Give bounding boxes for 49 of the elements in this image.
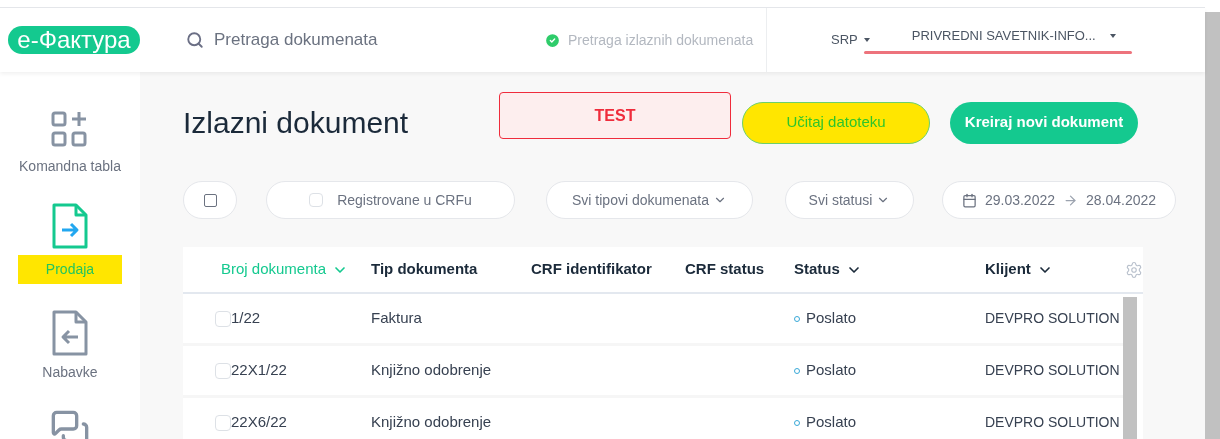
- sidebar-item[interactable]: [50, 409, 90, 439]
- search-field[interactable]: Pretraga dokumenata: [214, 27, 514, 53]
- sidebar-label: Komandna tabla: [19, 157, 121, 176]
- select-all-pill[interactable]: [183, 181, 237, 219]
- sidebar-item[interactable]: Komandna tabla: [19, 110, 121, 177]
- language-select[interactable]: SRP: [831, 30, 870, 50]
- document-arrow-left-icon: [52, 310, 88, 356]
- document-arrow-right-icon: [52, 203, 88, 249]
- status-dropdown[interactable]: Svi statusi: [785, 181, 914, 219]
- sidebar-label: Nabavke: [42, 363, 98, 382]
- column-header[interactable]: CRF status: [685, 258, 765, 281]
- settings-icon[interactable]: [1125, 260, 1143, 279]
- scrollbar[interactable]: [1205, 12, 1220, 439]
- checkbox[interactable]: [203, 193, 217, 207]
- date-from: 29.03.2022: [984, 190, 1055, 210]
- document-type-dropdown[interactable]: Svi tipovi dokumenata: [546, 181, 753, 219]
- date-range-field[interactable]: 29.03.2022 28.04.2022: [942, 181, 1176, 219]
- grid-plus-icon: [50, 110, 90, 150]
- sidebar-item[interactable]: Nabavke: [42, 310, 98, 383]
- scrollbar[interactable]: [1123, 297, 1137, 439]
- search-icon: [186, 31, 204, 49]
- table-cell-text: Poslato: [806, 412, 857, 433]
- table-cell-text: 1/22: [231, 308, 261, 329]
- caret-icon: [1109, 33, 1116, 38]
- column-header[interactable]: CRF identifikator: [531, 258, 652, 281]
- table-cell-text: DEVPRO SOLUTION: [985, 309, 1120, 328]
- table-cell-text: Faktura: [371, 308, 422, 329]
- column-header[interactable]: Status: [794, 258, 862, 281]
- chat-bubbles-icon: [50, 409, 90, 439]
- table-cell-text: 22X6/22: [231, 412, 287, 433]
- page-title: Izlazni dokument: [183, 105, 410, 141]
- column-header[interactable]: Tip dokumenta: [371, 258, 478, 281]
- caret-icon: [863, 38, 870, 42]
- calendar-icon: [961, 192, 977, 208]
- table-cell-text: Knjižno odobrenje: [371, 412, 492, 433]
- table-cell-text: 22X1/22: [231, 360, 287, 381]
- column-header[interactable]: Klijent: [985, 258, 1053, 281]
- date-to: 28.04.2022: [1086, 190, 1157, 210]
- table-cell-text: DEVPRO SOLUTION: [985, 361, 1120, 380]
- filter-label: Registrovane u CRFu: [337, 190, 472, 210]
- company-select[interactable]: PRIVREDNI SAVETNIK-INFO...: [911, 25, 1132, 46]
- arrow-right-icon: [1063, 192, 1078, 208]
- sidebar-label: Prodaja: [18, 255, 122, 284]
- registered-filter[interactable]: Registrovane u CRFu: [266, 181, 515, 219]
- table-cell-text: DEVPRO SOLUTION: [985, 413, 1120, 432]
- table-cell-text: Poslato: [806, 360, 857, 381]
- table-cell-text: Knjižno odobrenje: [371, 360, 492, 381]
- table-cell-text: Poslato: [806, 308, 857, 329]
- environment-badge: TEST: [499, 92, 731, 139]
